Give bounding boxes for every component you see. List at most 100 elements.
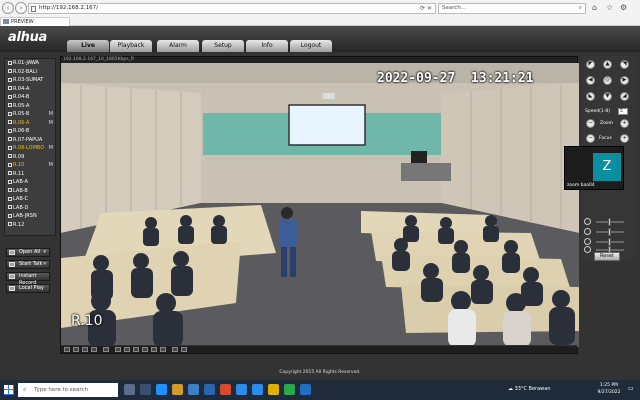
channel-item[interactable]: LAB-JRSN <box>5 212 55 221</box>
channel-item[interactable]: R.08-LOMBO M <box>5 144 55 153</box>
channel-item[interactable]: LAB-B <box>5 187 55 196</box>
store-icon[interactable] <box>188 384 199 395</box>
browser-search-input[interactable]: Search... ⌕ <box>438 3 586 14</box>
search-icon[interactable]: ⌕ <box>579 4 582 13</box>
ie-icon[interactable] <box>300 384 311 395</box>
channel-item[interactable]: R.12 <box>5 221 55 230</box>
zoom-icon[interactable] <box>160 347 166 352</box>
channel-list[interactable]: R.01-JAWA R.02-BALI R.03-SUMAT R.04-A R.04-B… <box>4 58 56 236</box>
start-talk-button[interactable]: Start Talk ▾ <box>6 260 50 269</box>
channel-item[interactable]: R.02-BALI <box>5 68 55 77</box>
slider-knob[interactable] <box>608 218 611 226</box>
weather-text: 33°C Berawan <box>514 386 551 392</box>
hue-slider[interactable] <box>596 246 624 254</box>
settings-gear-icon[interactable]: ⚙ <box>620 3 627 13</box>
layout-16-icon[interactable] <box>91 347 97 352</box>
ptz-right-icon[interactable]: ▶ <box>620 76 629 85</box>
channel-item[interactable]: R.11 <box>5 170 55 179</box>
audio-icon[interactable] <box>151 347 157 352</box>
zoom-meeting-icon[interactable] <box>252 384 263 395</box>
chevron-down-icon[interactable]: ▾ <box>43 261 46 268</box>
layout-4-icon[interactable] <box>73 347 79 352</box>
taskbar-search-input[interactable]: ⌕ Type here to search <box>18 383 118 397</box>
reload-icon[interactable]: ⟳ ✕ <box>420 4 432 13</box>
channel-item[interactable]: R.06-B <box>5 127 55 136</box>
ptz-down-right-icon[interactable]: ◢ <box>620 92 629 101</box>
cortana-icon[interactable] <box>124 384 135 395</box>
ptz-up-right-icon[interactable]: ◥ <box>620 60 629 69</box>
open-all-button[interactable]: Open All ▾ <box>6 248 50 257</box>
ptz-down-icon[interactable]: ▼ <box>603 92 612 101</box>
chevron-down-icon[interactable]: ▾ <box>43 249 46 256</box>
channel-item[interactable]: LAB-D <box>5 204 55 213</box>
stream-main-icon[interactable] <box>115 347 121 352</box>
channel-item[interactable]: LAB-A <box>5 178 55 187</box>
channel-mark: M <box>48 145 53 151</box>
channel-item[interactable]: R.10 M <box>5 161 55 170</box>
zoom-mini-window[interactable]: Z zoom baa04 <box>564 146 624 190</box>
edge-icon[interactable] <box>156 384 167 395</box>
tab-setup[interactable]: Setup <box>202 40 244 52</box>
instant-record-button[interactable]: Instant Record <box>6 272 50 286</box>
home-icon[interactable]: ⌂ <box>592 3 597 13</box>
stream-sub-icon[interactable] <box>124 347 130 352</box>
zoom-out-icon[interactable]: − <box>586 119 595 128</box>
tab-alarm[interactable]: Alarm <box>157 40 199 52</box>
channel-item[interactable]: R.01-JAWA <box>5 59 55 68</box>
notes-icon[interactable] <box>268 384 279 395</box>
layout-1-icon[interactable] <box>64 347 70 352</box>
channel-item[interactable]: R.03-SUMAT <box>5 76 55 85</box>
tab-playback[interactable]: Playback <box>110 40 152 52</box>
notifications-icon[interactable]: ▭ <box>628 385 634 392</box>
video-panel[interactable]: 192.168.2.167_10_1805Kbps_R 2022-09-27 1… <box>60 56 579 354</box>
ptz-up-icon[interactable]: ▲ <box>603 60 612 69</box>
system-clock[interactable]: 1:25 PM 9/27/2022 <box>594 382 624 396</box>
zoom-app-icon[interactable] <box>236 384 247 395</box>
snapshot-icon[interactable] <box>133 347 139 352</box>
zoom-in-icon[interactable]: + <box>620 119 629 128</box>
task-view-icon[interactable] <box>140 384 151 395</box>
channel-item[interactable]: R.04-B <box>5 93 55 102</box>
tab-logout[interactable]: Logout <box>290 40 332 52</box>
ptz-up-left-icon[interactable]: ◤ <box>586 60 595 69</box>
brightness-slider[interactable] <box>596 218 624 226</box>
windows-start-icon[interactable] <box>4 385 14 395</box>
office-icon[interactable] <box>220 384 231 395</box>
record-toggle-icon[interactable] <box>142 347 148 352</box>
tab-info[interactable]: Info <box>246 40 288 52</box>
channel-item[interactable]: LAB-C <box>5 195 55 204</box>
saturation-slider[interactable] <box>596 238 624 246</box>
channel-item[interactable]: R.06-A M <box>5 119 55 128</box>
contrast-slider[interactable] <box>596 228 624 236</box>
slider-knob[interactable] <box>608 228 611 236</box>
camera-icon <box>8 179 12 184</box>
focus-out-icon[interactable]: − <box>586 134 595 143</box>
mail-icon[interactable] <box>204 384 215 395</box>
file-explorer-icon[interactable] <box>172 384 183 395</box>
channel-item[interactable]: R.05-A <box>5 102 55 111</box>
layout-9-icon[interactable] <box>82 347 88 352</box>
ptz-center-icon[interactable]: ◎ <box>603 76 612 85</box>
close-all-icon[interactable] <box>181 347 187 352</box>
ptz-left-icon[interactable]: ◀ <box>586 76 595 85</box>
color-icon[interactable] <box>172 347 178 352</box>
channel-item[interactable]: R.07-PAPUA <box>5 136 55 145</box>
ptz-down-left-icon[interactable]: ◣ <box>586 92 595 101</box>
reset-button[interactable]: Reset <box>594 252 620 261</box>
fullscreen-icon[interactable] <box>103 347 109 352</box>
channel-item[interactable]: R.04-A <box>5 85 55 94</box>
weather-widget[interactable]: ☁ 33°C Berawan <box>508 384 551 395</box>
chrome-icon[interactable] <box>284 384 295 395</box>
speed-select[interactable]: 5 <box>618 108 628 115</box>
focus-in-icon[interactable]: + <box>620 134 629 143</box>
slider-knob[interactable] <box>608 238 611 246</box>
favorites-icon[interactable]: ☆ <box>606 3 613 13</box>
local-play-button[interactable]: Local Play <box>6 284 50 293</box>
back-button[interactable]: ‹ <box>2 2 14 14</box>
forward-button[interactable]: › <box>15 2 27 14</box>
address-bar[interactable]: http://192.168.2.167/ ⟳ ✕ <box>28 3 436 14</box>
tab-live[interactable]: Live <box>67 40 109 52</box>
browser-tab[interactable]: PREVIEW <box>0 17 70 26</box>
channel-item[interactable]: R.05-B M <box>5 110 55 119</box>
channel-item[interactable]: R.09 <box>5 153 55 162</box>
